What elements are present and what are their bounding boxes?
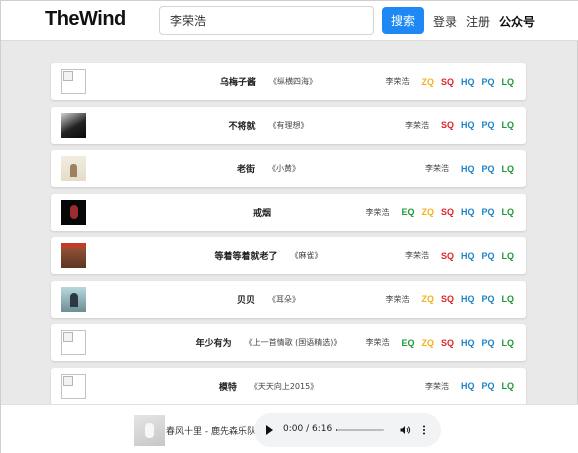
quality-pq-link[interactable]: PQ (481, 77, 494, 87)
song-title[interactable]: 年少有为 (196, 336, 232, 349)
progress-fill (336, 429, 338, 431)
album-name: 《纵横四海》 (269, 77, 317, 86)
quality-lq-link[interactable]: LQ (502, 77, 515, 87)
song-title[interactable]: 乌梅子酱 (220, 75, 256, 88)
quality-lq-link[interactable]: LQ (502, 381, 515, 391)
song-title[interactable]: 模特 (219, 380, 237, 393)
song-row[interactable]: 年少有为 《上一首情歌 (国语精选)》 李荣浩 EQ ZQ SQ HQ PQ LQ (51, 324, 526, 361)
album-name: 《小黄》 (268, 164, 300, 173)
quality-pq-link[interactable]: PQ (481, 294, 494, 304)
song-title[interactable]: 戒烟 (253, 206, 271, 219)
album-cover-image (61, 286, 86, 312)
album-name: 《上一首情歌 (国语精选)》 (244, 338, 342, 347)
quality-hq-link[interactable]: HQ (461, 207, 475, 217)
album-cover-image (61, 243, 86, 268)
quality-sq-link[interactable]: SQ (441, 294, 454, 304)
artist-name: 李荣浩 (424, 381, 449, 391)
quality-sq-link[interactable]: SQ (441, 338, 454, 348)
song-row[interactable]: 乌梅子酱 《纵横四海》 李荣浩 ZQ SQ HQ PQ LQ (51, 63, 526, 100)
song-row[interactable]: 戒烟 李荣浩 EQ ZQ SQ HQ PQ LQ (51, 193, 526, 231)
quality-pq-link[interactable]: PQ (481, 338, 494, 348)
search-input[interactable] (159, 6, 374, 35)
playback-time: 0:00 / 6:16 (283, 424, 333, 434)
song-title[interactable]: 等着等着就老了 (214, 249, 277, 262)
quality-pq-link[interactable]: PQ (481, 120, 494, 130)
album-cover-image (61, 330, 86, 355)
quality-eq-link[interactable]: EQ (401, 338, 414, 348)
search-button[interactable]: 搜索 (382, 7, 424, 34)
quality-zq-link[interactable]: ZQ (421, 207, 434, 217)
quality-lq-link[interactable]: LQ (502, 338, 515, 348)
album-name: 《麻雀》 (290, 251, 323, 260)
quality-pq-link[interactable]: PQ (481, 164, 494, 174)
artist-name: 李荣浩 (424, 164, 449, 173)
quality-hq-link[interactable]: HQ (461, 164, 475, 174)
song-row[interactable]: 模特 《天天向上2015》 李荣浩 HQ PQ LQ (51, 367, 526, 405)
song-row[interactable]: 老街 《小黄》 李荣浩 HQ PQ LQ (51, 150, 526, 187)
song-row[interactable]: 贝贝 《耳朵》 李荣浩 ZQ SQ HQ PQ LQ (51, 280, 526, 318)
quality-zq-link[interactable]: ZQ (421, 294, 434, 304)
quality-sq-link[interactable]: SQ (441, 207, 454, 217)
progress-slider[interactable] (336, 429, 384, 431)
play-icon[interactable] (266, 425, 273, 435)
quality-pq-link[interactable]: PQ (481, 207, 494, 217)
artist-name: 李荣浩 (365, 338, 390, 347)
quality-sq-link[interactable]: SQ (441, 251, 454, 261)
album-cover-image (61, 373, 86, 399)
player-bar: 春风十里 - 鹿先森乐队 0:00 / 6:16 (1, 404, 578, 453)
artist-name: 李荣浩 (385, 294, 410, 304)
song-row[interactable]: 不将就 《有理想》 李荣浩 SQ HQ PQ LQ (51, 106, 526, 144)
quality-hq-link[interactable]: HQ (461, 338, 475, 348)
now-playing-title: 春风十里 - 鹿先森乐队 (166, 427, 256, 437)
quality-lq-link[interactable]: LQ (502, 207, 515, 217)
now-playing-cover (134, 415, 165, 446)
song-title[interactable]: 贝贝 (237, 293, 255, 306)
artist-name: 李荣浩 (385, 77, 410, 86)
quality-hq-link[interactable]: HQ (461, 294, 475, 304)
song-row[interactable]: 等着等着就老了 《麻雀》 李荣浩 SQ HQ PQ LQ (51, 237, 526, 274)
artist-name: 李荣浩 (404, 251, 429, 260)
quality-hq-link[interactable]: HQ (461, 251, 475, 261)
album-name: 《有理想》 (268, 120, 309, 130)
artist-name: 李荣浩 (404, 120, 429, 130)
audio-player: 0:00 / 6:16 (254, 413, 441, 447)
quality-pq-link[interactable]: PQ (481, 381, 494, 391)
quality-eq-link[interactable]: EQ (401, 207, 414, 217)
quality-sq-link[interactable]: SQ (441, 77, 454, 87)
quality-hq-link[interactable]: HQ (461, 77, 475, 87)
site-logo[interactable]: TheWind (45, 8, 126, 31)
quality-lq-link[interactable]: LQ (502, 120, 515, 130)
quality-lq-link[interactable]: LQ (502, 164, 515, 174)
quality-lq-link[interactable]: LQ (502, 294, 515, 304)
quality-zq-link[interactable]: ZQ (421, 338, 434, 348)
quality-hq-link[interactable]: HQ (461, 120, 475, 130)
quality-zq-link[interactable]: ZQ (421, 77, 434, 87)
wechat-link[interactable]: 公众号 (499, 13, 535, 30)
song-title[interactable]: 不将就 (228, 119, 255, 132)
register-link[interactable]: 注册 (466, 13, 490, 30)
album-cover-image (61, 199, 86, 225)
quality-hq-link[interactable]: HQ (461, 381, 475, 391)
album-name: 《耳朵》 (268, 294, 300, 304)
album-name: 《天天向上2015》 (249, 381, 319, 391)
volume-icon[interactable] (399, 424, 411, 436)
song-title[interactable]: 老街 (237, 162, 255, 175)
more-options-icon[interactable] (421, 424, 427, 436)
album-cover-image (61, 156, 86, 181)
album-cover-image (61, 69, 86, 94)
quality-sq-link[interactable]: SQ (441, 120, 454, 130)
top-header: TheWind 搜索 登录 注册 公众号 (1, 1, 578, 41)
song-list: 乌梅子酱 《纵横四海》 李荣浩 ZQ SQ HQ PQ LQ 不将就 《有理想》 李荣浩 SQ H… (51, 63, 526, 411)
quality-lq-link[interactable]: LQ (502, 251, 515, 261)
album-cover-image (61, 112, 86, 138)
quality-pq-link[interactable]: PQ (481, 251, 494, 261)
login-link[interactable]: 登录 (433, 13, 457, 30)
artist-name: 李荣浩 (365, 207, 390, 217)
